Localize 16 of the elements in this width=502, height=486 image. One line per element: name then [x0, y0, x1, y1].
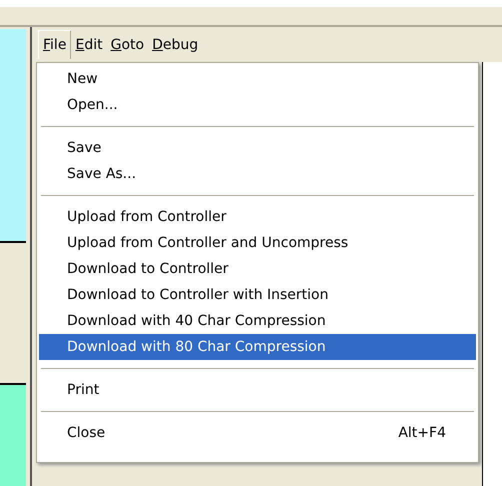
menu-item[interactable]: Open... [39, 92, 476, 118]
menu-bar-item[interactable]: Debug [148, 30, 202, 58]
menu-item[interactable]: Print [39, 377, 476, 403]
menu-item[interactable]: Upload from Controller [39, 204, 476, 230]
menu-item[interactable]: Download with 80 Char Compression [39, 334, 476, 360]
menu-item[interactable]: Download to Controller [39, 256, 476, 282]
menu-item[interactable]: Save As... [39, 161, 476, 187]
menu-bar-item[interactable]: Edit [71, 30, 107, 58]
menu-item[interactable]: Download with 40 Char Compression [39, 308, 476, 334]
menu-item[interactable]: New [39, 66, 476, 92]
menu-item[interactable]: Upload from Controller and Uncompress [39, 230, 476, 256]
menu-item[interactable]: Download to Controller with Insertion [39, 282, 476, 308]
menu-item[interactable]: Close Alt+F4 [39, 420, 476, 446]
menu-bar-item[interactable]: File [38, 30, 72, 59]
menu-bar-item[interactable]: Goto [106, 30, 148, 58]
menu-item[interactable]: Save [39, 135, 476, 161]
